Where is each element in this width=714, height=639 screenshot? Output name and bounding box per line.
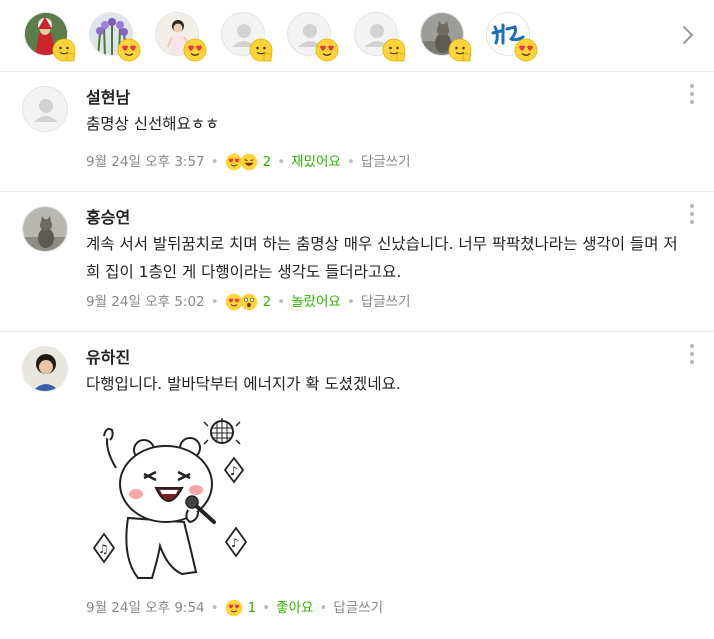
chevron-right-icon[interactable] bbox=[678, 22, 698, 48]
commenter-name[interactable]: 홍승연 bbox=[86, 204, 130, 228]
comment-meta: 9월 24일 오후 3:57 • 2 • 재밌어요 • 답글쓰기 bbox=[86, 152, 411, 172]
more-options-icon[interactable] bbox=[688, 84, 696, 106]
reactor-avatar[interactable] bbox=[354, 12, 406, 62]
good-icon bbox=[52, 38, 76, 62]
comment-item: 홍승연 계속 서서 발뒤꿈치로 치며 하는 춤명상 매우 신났습니다. 너무 팍… bbox=[0, 192, 714, 332]
reaction-count[interactable]: 1 bbox=[248, 598, 257, 618]
love-icon bbox=[183, 38, 207, 62]
reactor-avatar[interactable] bbox=[221, 12, 273, 62]
love-icon bbox=[225, 599, 242, 617]
laugh-icon bbox=[240, 153, 257, 171]
comment-timestamp: 9월 24일 오후 3:57 bbox=[86, 154, 205, 170]
reaction-count[interactable]: 2 bbox=[263, 292, 272, 312]
avatar[interactable] bbox=[22, 346, 68, 392]
more-options-icon[interactable] bbox=[688, 344, 696, 366]
comment-item: 설현남 춤명상 신선해요ㅎㅎ 9월 24일 오후 3:57 • 2 • 재밌어요… bbox=[0, 72, 714, 192]
commenter-name[interactable]: 설현남 bbox=[86, 84, 130, 108]
reactor-avatar[interactable] bbox=[486, 12, 538, 62]
good-icon bbox=[382, 38, 406, 62]
more-options-icon[interactable] bbox=[688, 204, 696, 226]
love-icon bbox=[514, 38, 538, 62]
svg-text:♫: ♫ bbox=[98, 542, 109, 556]
reaction-button[interactable]: 좋아요 bbox=[276, 598, 313, 618]
reactor-avatar[interactable] bbox=[420, 12, 472, 62]
separator-dot: • bbox=[319, 600, 328, 616]
reaction-count[interactable]: 2 bbox=[263, 152, 272, 172]
comment-timestamp: 9월 24일 오후 5:02 bbox=[86, 294, 205, 310]
separator-dot: • bbox=[210, 294, 219, 310]
dancing-bear-microphone-sticker: ♪ ♫ ♪ bbox=[92, 418, 248, 579]
reaction-button[interactable]: 놀랐어요 bbox=[291, 292, 341, 312]
separator-dot: • bbox=[346, 154, 355, 170]
separator-dot: • bbox=[210, 154, 219, 170]
separator-dot: • bbox=[277, 294, 286, 310]
commenter-name[interactable]: 유하진 bbox=[86, 344, 130, 368]
reactors-strip bbox=[0, 0, 714, 72]
reaction-emojis[interactable] bbox=[225, 153, 257, 171]
comment-item: 유하진 다행입니다. 발바닥부터 에너지가 확 도셨겠네요. ♪ ♫ ♪ 9월 … bbox=[0, 332, 714, 639]
comment-meta: 9월 24일 오후 9:54 • 1 • 좋아요 • 답글쓰기 bbox=[86, 598, 383, 618]
good-icon bbox=[249, 38, 273, 62]
reaction-emojis[interactable] bbox=[225, 599, 242, 617]
reply-button[interactable]: 답글쓰기 bbox=[361, 292, 411, 312]
reply-button[interactable]: 답글쓰기 bbox=[333, 598, 383, 618]
default-profile-avatar[interactable] bbox=[22, 86, 68, 132]
svg-text:♪: ♪ bbox=[231, 536, 239, 550]
separator-dot: • bbox=[277, 154, 286, 170]
reaction-emojis[interactable] bbox=[225, 293, 257, 311]
separator-dot: • bbox=[346, 294, 355, 310]
reactor-avatar[interactable] bbox=[24, 12, 76, 62]
avatar[interactable] bbox=[22, 206, 68, 252]
separator-dot: • bbox=[210, 600, 219, 616]
love-icon bbox=[117, 38, 141, 62]
good-icon bbox=[448, 38, 472, 62]
comment-timestamp: 9월 24일 오후 9:54 bbox=[86, 600, 205, 616]
comment-text: 계속 서서 발뒤꿈치로 치며 하는 춤명상 매우 신났습니다. 너무 팍팍쳤나라… bbox=[86, 235, 678, 281]
comment-text: 춤명상 신선해요ㅎㅎ bbox=[86, 115, 220, 133]
separator-dot: • bbox=[262, 600, 271, 616]
reactor-avatar[interactable] bbox=[287, 12, 339, 62]
love-icon bbox=[315, 38, 339, 62]
svg-text:♪: ♪ bbox=[230, 464, 238, 478]
reactor-avatar[interactable] bbox=[155, 12, 207, 62]
comment-meta: 9월 24일 오후 5:02 • 2 • 놀랐어요 • 답글쓰기 bbox=[86, 292, 411, 312]
reply-button[interactable]: 답글쓰기 bbox=[361, 152, 411, 172]
reaction-button[interactable]: 재밌어요 bbox=[291, 152, 341, 172]
surprised-icon bbox=[240, 293, 257, 311]
comment-text: 다행입니다. 발바닥부터 에너지가 확 도셨겠네요. bbox=[86, 375, 401, 393]
reactor-avatar[interactable] bbox=[89, 12, 141, 62]
